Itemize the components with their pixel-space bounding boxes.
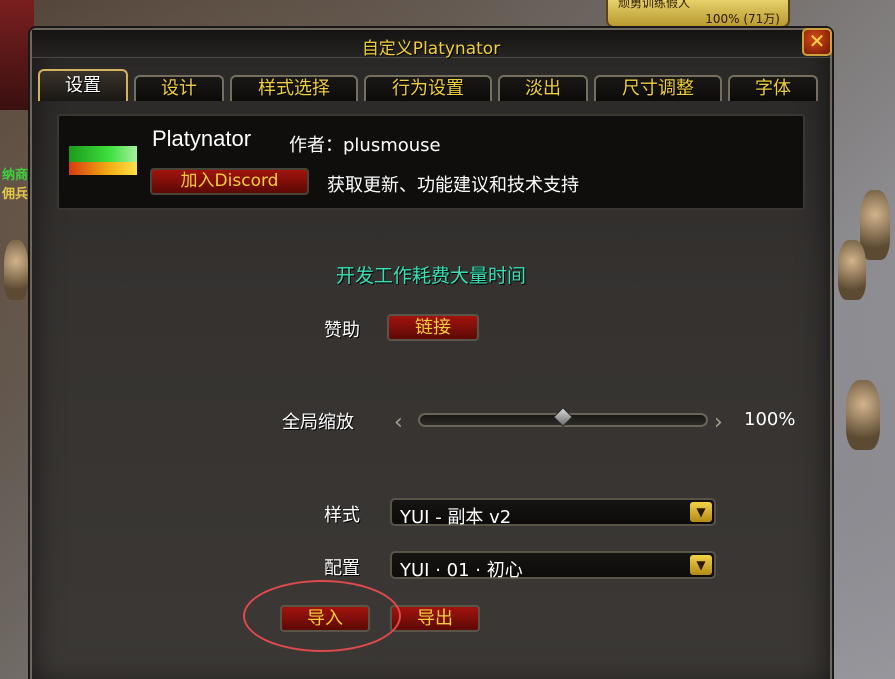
- close-button[interactable]: ✕: [802, 28, 832, 56]
- join-discord-button[interactable]: 加入Discord: [150, 168, 309, 195]
- sponsor-label: 赞助: [324, 320, 360, 341]
- customize-dialog: 自定义Platynator ✕ 设置 设计 样式选择 行为设置 淡出 尺寸调整 …: [30, 28, 832, 679]
- highlight-ring: [243, 580, 401, 652]
- target-health-value: 100% (71万): [705, 12, 780, 26]
- npc-title-text: 佣兵: [2, 187, 29, 202]
- tab-settings[interactable]: 设置: [38, 69, 128, 101]
- title-bar[interactable]: 自定义Platynator: [32, 30, 830, 59]
- addon-logo: [69, 146, 137, 178]
- style-dropdown[interactable]: YUI - 副本 v2 ▼: [390, 498, 716, 528]
- global-scale-label: 全局缩放: [282, 412, 354, 433]
- background-npc-figure: [846, 380, 880, 450]
- tab-fade[interactable]: 淡出: [498, 75, 588, 101]
- sponsor-link-button[interactable]: 链接: [387, 314, 479, 341]
- addon-name: Platynator: [152, 126, 252, 151]
- close-icon: ✕: [808, 29, 826, 53]
- npc-name-text: 纳商: [2, 168, 29, 183]
- global-scale-value: 100%: [744, 409, 796, 430]
- tab-font[interactable]: 字体: [728, 75, 818, 101]
- background-npc-figure: [838, 240, 866, 300]
- tab-size[interactable]: 尺寸调整: [594, 75, 722, 101]
- style-label: 样式: [324, 505, 360, 526]
- addon-author: 作者：plusmouse: [289, 135, 441, 156]
- config-dropdown-value: YUI · 01 · 初心: [400, 560, 523, 581]
- tab-behavior[interactable]: 行为设置: [364, 75, 492, 101]
- export-button[interactable]: 导出: [390, 605, 480, 632]
- style-dropdown-value: YUI - 副本 v2: [400, 507, 512, 528]
- development-note: 开发工作耗费大量时间: [335, 265, 526, 287]
- background-npc-figure: [860, 190, 890, 260]
- chevron-right-icon[interactable]: ›: [714, 410, 723, 435]
- tab-style-select[interactable]: 样式选择: [230, 75, 358, 101]
- config-dropdown[interactable]: YUI · 01 · 初心 ▼: [390, 551, 716, 581]
- discord-description: 获取更新、功能建议和技术支持: [327, 175, 579, 196]
- target-name: 顽勇训练假人: [618, 0, 691, 10]
- window-title: 自定义Platynator: [361, 39, 501, 59]
- background-pillar: [0, 0, 34, 110]
- chevron-down-icon[interactable]: ▼: [690, 502, 712, 522]
- target-health-bar: 顽勇训练假人 100% (71万): [606, 0, 790, 28]
- tab-design[interactable]: 设计: [134, 75, 224, 101]
- background-npc-figure: [4, 240, 28, 300]
- chevron-down-icon[interactable]: ▼: [690, 555, 712, 575]
- addon-info-box: Platynator 作者：plusmouse 加入Discord 获取更新、功…: [57, 114, 805, 210]
- chevron-left-icon[interactable]: ‹: [394, 410, 403, 435]
- config-label: 配置: [324, 558, 360, 579]
